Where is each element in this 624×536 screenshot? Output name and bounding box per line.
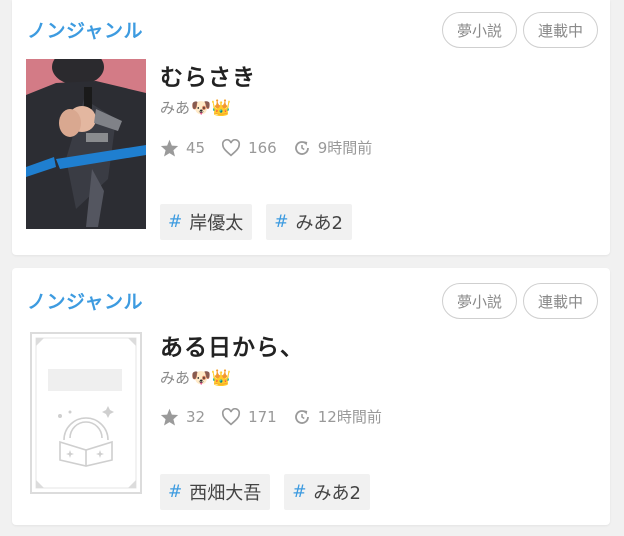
tag[interactable]: # みあ2 bbox=[284, 474, 370, 510]
author-name: みあ bbox=[160, 369, 191, 387]
tag[interactable]: # 西畑大吾 bbox=[160, 474, 271, 510]
tag-label: みあ2 bbox=[313, 483, 361, 504]
type-badge[interactable]: 夢小説 bbox=[441, 12, 517, 48]
heart-icon bbox=[222, 407, 241, 425]
status-badge[interactable]: 連載中 bbox=[522, 283, 598, 319]
tag-label: みあ2 bbox=[295, 213, 343, 234]
like-count: 171 bbox=[221, 407, 277, 426]
like-value: 171 bbox=[248, 407, 277, 426]
novel-title[interactable]: ある日から、 bbox=[160, 328, 304, 362]
novel-card[interactable]: ノンジャンル 夢小説 連載中 ある日から、 みあ 🐶👑 32 171 12時間前… bbox=[12, 268, 610, 525]
star-value: 45 bbox=[186, 138, 206, 157]
star-icon bbox=[160, 139, 179, 156]
status-badge[interactable]: 連載中 bbox=[522, 12, 598, 48]
author-emojis: 🐶👑 bbox=[191, 97, 231, 117]
like-count: 166 bbox=[221, 138, 277, 157]
genre-label[interactable]: ノンジャンル bbox=[27, 16, 143, 43]
updated-time: 12時間前 bbox=[293, 406, 382, 427]
placeholder-cover[interactable] bbox=[30, 332, 142, 494]
author-name: みあ bbox=[160, 99, 191, 117]
badge-group: 夢小説 連載中 bbox=[441, 12, 598, 48]
author-emojis: 🐶👑 bbox=[191, 367, 231, 387]
novel-title[interactable]: むらさき bbox=[160, 58, 256, 92]
genre-label[interactable]: ノンジャンル bbox=[27, 287, 143, 314]
author[interactable]: みあ 🐶👑 bbox=[160, 367, 231, 388]
clock-refresh-icon bbox=[294, 140, 309, 155]
star-value: 32 bbox=[186, 407, 206, 426]
updated-value: 9時間前 bbox=[317, 139, 373, 157]
tag[interactable]: # みあ2 bbox=[266, 204, 352, 240]
star-count: 32 bbox=[160, 408, 205, 426]
tag-label: 西畑大吾 bbox=[189, 483, 262, 504]
tag-label: 岸優太 bbox=[189, 213, 244, 234]
hash-icon: # bbox=[168, 482, 183, 502]
tag[interactable]: # 岸優太 bbox=[160, 204, 253, 240]
like-value: 166 bbox=[248, 138, 277, 157]
updated-time: 9時間前 bbox=[293, 137, 373, 158]
novel-card[interactable]: ノンジャンル 夢小説 連載中 むらさき みあ 🐶👑 45 166 9時間前 # … bbox=[12, 0, 610, 255]
updated-value: 12時間前 bbox=[317, 408, 382, 426]
badge-group: 夢小説 連載中 bbox=[441, 283, 598, 319]
clock-refresh-icon bbox=[294, 409, 309, 424]
stats-row: 32 171 12時間前 bbox=[160, 406, 398, 427]
hash-icon: # bbox=[292, 482, 307, 502]
hash-icon: # bbox=[274, 212, 289, 232]
heart-icon bbox=[222, 138, 241, 156]
stats-row: 45 166 9時間前 bbox=[160, 137, 388, 158]
star-count: 45 bbox=[160, 139, 205, 157]
cover-image[interactable] bbox=[26, 59, 146, 229]
tag-list: # 西畑大吾 # みあ2 bbox=[160, 474, 370, 510]
type-badge[interactable]: 夢小説 bbox=[441, 283, 517, 319]
author[interactable]: みあ 🐶👑 bbox=[160, 97, 231, 118]
hash-icon: # bbox=[168, 212, 183, 232]
tag-list: # 岸優太 # みあ2 bbox=[160, 204, 352, 240]
star-icon bbox=[160, 408, 179, 425]
